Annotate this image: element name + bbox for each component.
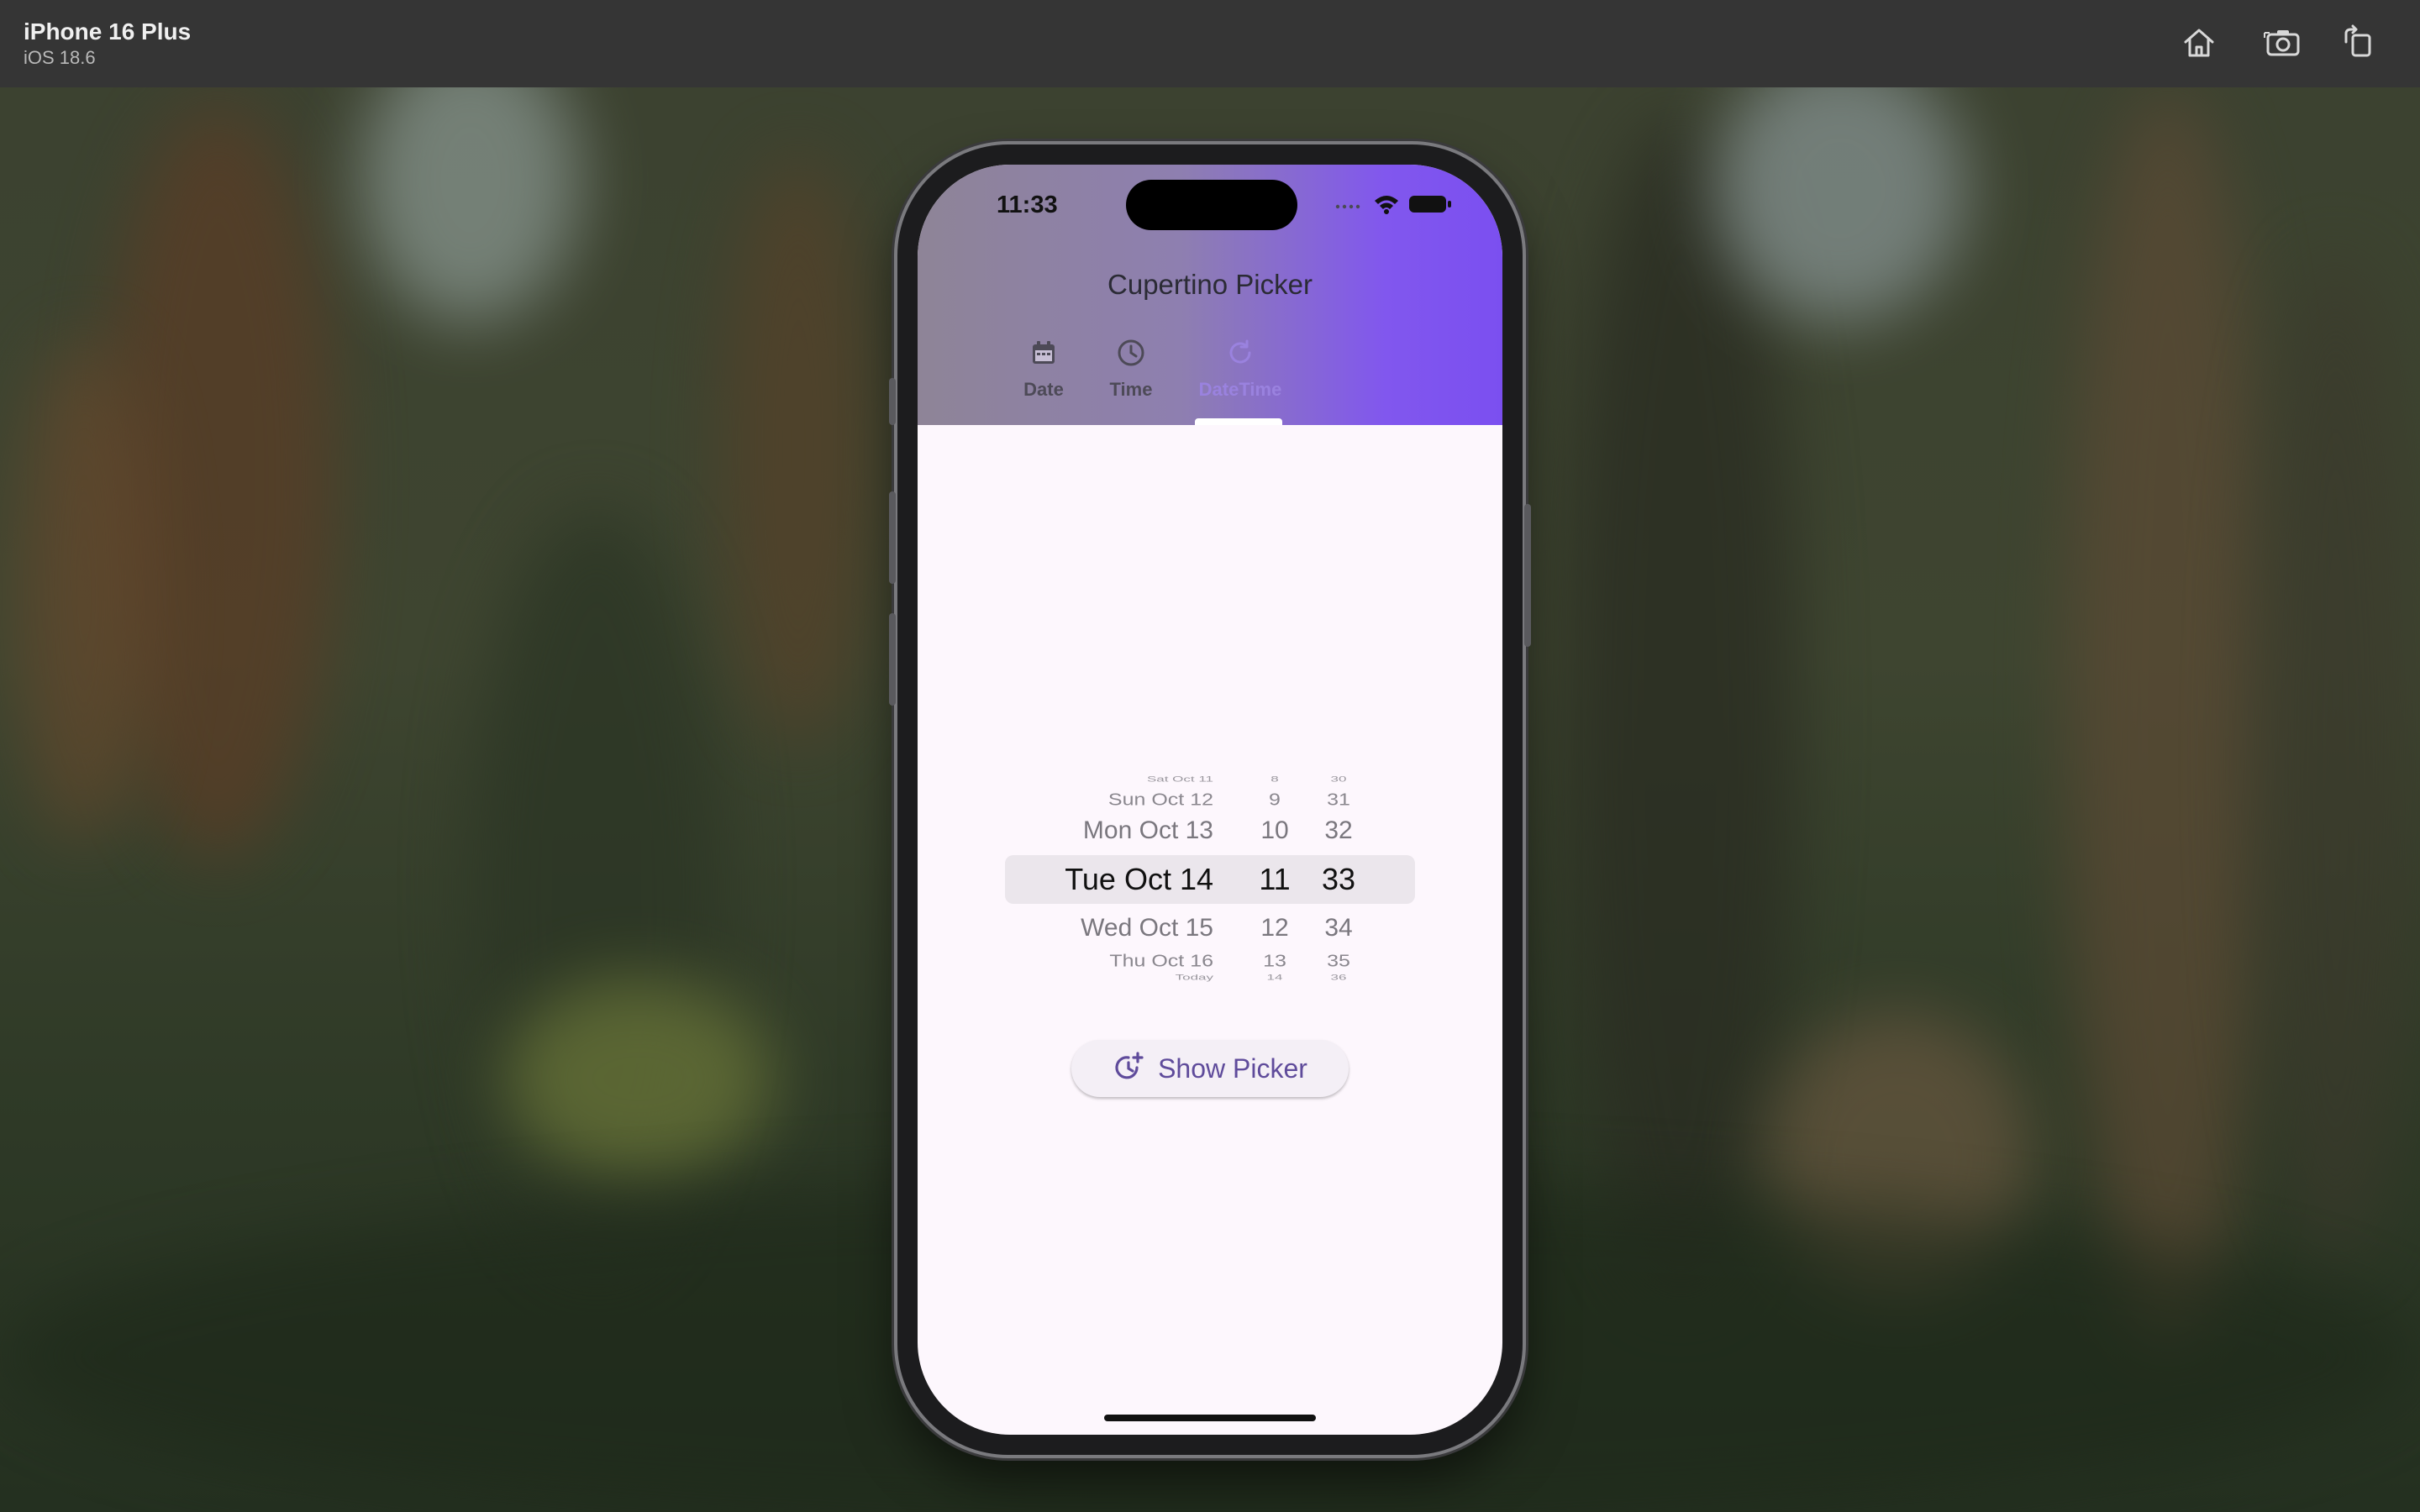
page-title: Cupertino Picker <box>1107 269 1313 300</box>
picker-row[interactable]: Mon Oct 13 10 32 <box>918 816 1502 845</box>
picker-date: Mon Oct 13 <box>1082 816 1213 844</box>
picker-minute: 35 <box>1327 951 1350 971</box>
simulator-toolbar: iPhone 16 Plus iOS 18.6 <box>0 0 2420 88</box>
status-icons <box>1334 193 1452 218</box>
picker-date: Thu Oct 16 <box>1109 951 1213 971</box>
datetime-picker[interactable]: Sat Oct 11 8 30 Sun Oct 12 9 31 Mon Oct … <box>918 768 1502 986</box>
picker-hour: 13 <box>1263 951 1286 971</box>
home-icon[interactable] <box>2178 22 2220 64</box>
tab-bar: Date Time DateTime <box>1000 338 1306 425</box>
picker-row[interactable]: Thu Oct 16 13 35 <box>918 951 1502 971</box>
picker-hour: 9 <box>1269 790 1281 810</box>
picker-minute: 33 <box>1321 862 1356 896</box>
tab-label-datetime: DateTime <box>1198 379 1282 400</box>
picker-row-selected[interactable]: Tue Oct 14 11 33 <box>918 862 1502 897</box>
screenshot-icon[interactable] <box>2262 22 2304 64</box>
rotate-icon[interactable] <box>2338 22 2380 64</box>
volume-up-button <box>889 491 896 584</box>
show-picker-label: Show Picker <box>1158 1053 1307 1084</box>
clock-plus-icon <box>1113 1050 1146 1088</box>
picker-hour: 10 <box>1260 816 1289 844</box>
picker-hour: 11 <box>1259 862 1291 896</box>
os-version: iOS 18.6 <box>24 47 96 68</box>
picker-date: Wed Oct 15 <box>1081 914 1213 942</box>
picker-row[interactable]: Wed Oct 15 12 34 <box>918 914 1502 942</box>
picker-hour: 12 <box>1260 914 1289 942</box>
signal-icon <box>1334 198 1365 213</box>
dynamic-island <box>1126 180 1297 230</box>
device-name: iPhone 16 Plus <box>24 18 192 45</box>
tab-indicator <box>1195 418 1282 425</box>
picker-minute: 34 <box>1324 914 1353 942</box>
picker-hour: 8 <box>1270 774 1279 784</box>
picker-row[interactable]: Today 14 36 <box>918 973 1502 981</box>
tab-label-time: Time <box>1109 379 1153 400</box>
picker-minute: 30 <box>1330 774 1347 784</box>
tab-time[interactable]: Time <box>1087 338 1175 425</box>
power-button <box>1524 504 1531 647</box>
tab-label-date: Date <box>1023 379 1064 400</box>
picker-hour: 14 <box>1266 973 1283 982</box>
picker-minute: 36 <box>1330 973 1347 982</box>
refresh-icon <box>1225 338 1255 372</box>
picker-row[interactable]: Sun Oct 12 9 31 <box>918 790 1502 810</box>
wifi-icon <box>1373 193 1400 219</box>
tab-date[interactable]: Date <box>1000 338 1087 425</box>
app-bar: 11:33 Cupertino Picker Date Time DateTim… <box>918 165 1502 425</box>
tab-datetime[interactable]: DateTime <box>1175 338 1306 425</box>
picker-date: Sun Oct 12 <box>1107 790 1213 810</box>
action-button <box>889 378 896 425</box>
picker-date: Sat Oct 11 <box>1146 774 1213 784</box>
status-time: 11:33 <box>997 192 1058 218</box>
calendar-icon <box>1028 338 1059 372</box>
clock-icon <box>1116 338 1146 372</box>
picker-minute: 31 <box>1327 790 1350 810</box>
picker-minute: 32 <box>1324 816 1353 844</box>
picker-date: Today <box>1175 973 1213 982</box>
picker-date: Tue Oct 14 <box>1065 862 1213 896</box>
picker-row[interactable]: Sat Oct 11 8 30 <box>918 774 1502 783</box>
volume-down-button <box>889 613 896 706</box>
phone-screen: 11:33 Cupertino Picker Date Time DateTim… <box>918 165 1502 1435</box>
home-indicator[interactable] <box>1104 1415 1316 1421</box>
battery-icon <box>1408 194 1452 218</box>
show-picker-button[interactable]: Show Picker <box>1071 1040 1349 1097</box>
